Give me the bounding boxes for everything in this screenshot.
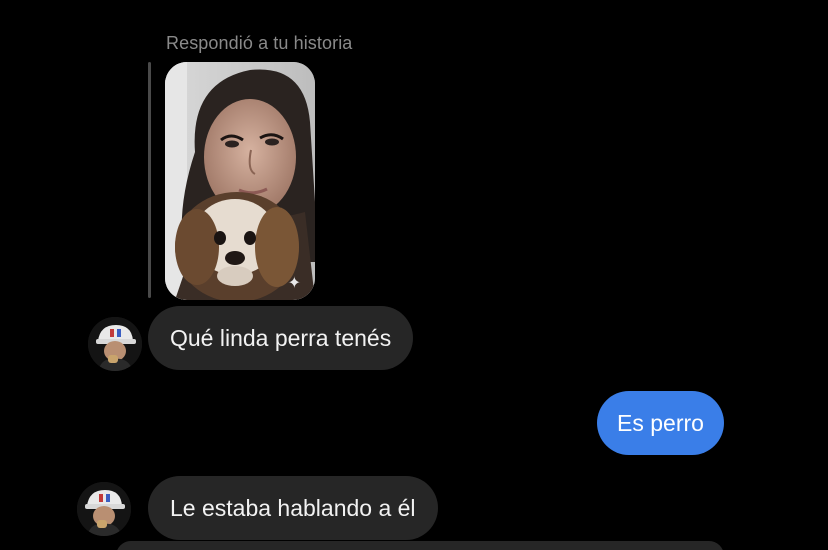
message-bubble-incoming[interactable]: Qué linda perra tenés: [148, 306, 414, 370]
sender-avatar[interactable]: [88, 317, 142, 371]
chat-screen: Respondió a tu historia ✦ Qué linda perr…: [0, 0, 828, 550]
story-reply-label: Respondió a tu historia: [166, 33, 353, 53]
story-photo: [165, 62, 315, 300]
message-bubble-partial[interactable]: [116, 541, 724, 550]
avatar-image: [88, 317, 142, 371]
avatar-image: [77, 482, 131, 536]
story-thumbnail[interactable]: ✦: [165, 62, 315, 300]
sender-avatar[interactable]: [77, 482, 131, 536]
reply-quote-bar: [148, 62, 151, 298]
message-bubble-incoming[interactable]: Le estaba hablando a él: [148, 476, 438, 540]
sparkle-icon: ✦: [287, 273, 301, 292]
message-bubble-outgoing[interactable]: Es perro: [597, 391, 724, 455]
